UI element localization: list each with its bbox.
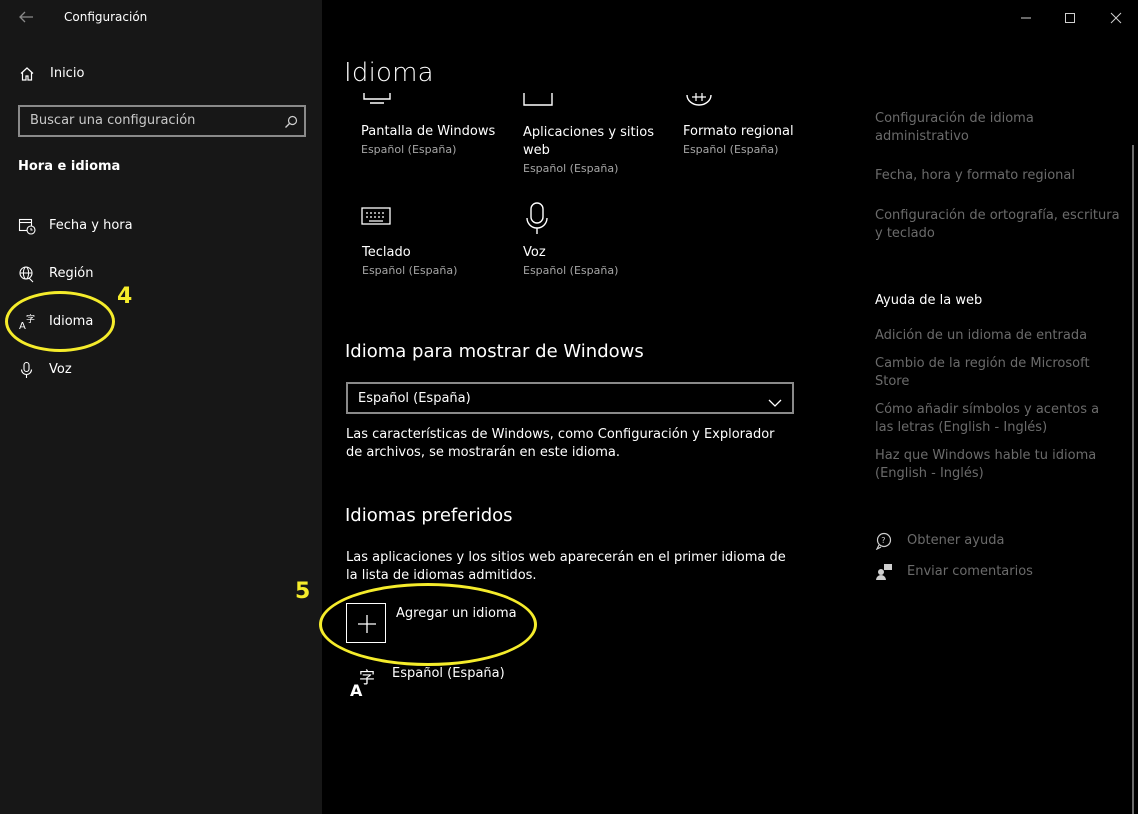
- svg-text:?: ?: [881, 536, 885, 545]
- feedback-person-icon: [875, 563, 893, 581]
- help-chat-icon: ?: [875, 532, 893, 551]
- tile-name: Aplicaciones y sitios web: [523, 125, 654, 158]
- sidebar-item-label: Voz: [49, 362, 72, 377]
- home-icon: [19, 66, 35, 82]
- annotation-number-step-5: 5: [295, 579, 311, 604]
- sidebar-item-home[interactable]: Inicio: [0, 58, 322, 90]
- link-add-input-language[interactable]: Adición de un idioma de entrada: [875, 327, 1120, 345]
- app-title: Configuración: [64, 10, 148, 24]
- display-language-heading: Idioma para mostrar de Windows: [345, 341, 644, 362]
- app-window-icon: [523, 92, 553, 111]
- annotation-number-step-4: 4: [117, 284, 133, 309]
- feedback-link[interactable]: Enviar comentarios: [875, 563, 1075, 583]
- search-placeholder: Buscar una configuración: [30, 113, 196, 128]
- preferred-languages-description: Las aplicaciones y los sitios web aparec…: [346, 550, 786, 583]
- link-add-symbols-accents[interactable]: Cómo añadir símbolos y acentos a las let…: [875, 401, 1120, 437]
- tile-sub: Español (España): [361, 143, 457, 156]
- sidebar-item-fecha-hora[interactable]: Fecha y hora: [0, 208, 322, 244]
- keyboard-icon: [361, 206, 391, 230]
- tile-sub: Español (España): [523, 264, 619, 277]
- tile-sub: Español (España): [523, 162, 619, 175]
- globe-settings-icon: [684, 92, 714, 111]
- search-input[interactable]: Buscar una configuración: [18, 105, 306, 137]
- page-title: Idioma: [344, 58, 434, 88]
- display-language-value: Español (España): [358, 391, 471, 406]
- minimize-icon[interactable]: [1016, 8, 1036, 28]
- tile-pantalla-windows[interactable]: Pantalla de Windows Español (España): [361, 123, 511, 156]
- display-language-select[interactable]: Español (España): [346, 382, 794, 414]
- feedback-label: Enviar comentarios: [907, 564, 1033, 579]
- close-icon[interactable]: [1106, 8, 1126, 28]
- calendar-clock-icon: [18, 217, 36, 235]
- display-language-description: Las características de Windows, como Con…: [346, 427, 775, 460]
- back-arrow-icon[interactable]: [17, 8, 35, 26]
- link-windows-speak-language[interactable]: Haz que Windows hable tu idioma (English…: [875, 447, 1120, 483]
- tile-voz[interactable]: Voz Español (España): [523, 244, 673, 277]
- get-help-label: Obtener ayuda: [907, 533, 1005, 548]
- globe-icon: [18, 265, 36, 283]
- microphone-tile-icon: [525, 201, 549, 239]
- link-admin-language[interactable]: Configuración de idioma administrativo: [875, 110, 1120, 146]
- search-icon[interactable]: [284, 114, 298, 128]
- get-help-link[interactable]: ? Obtener ayuda: [875, 532, 1075, 552]
- link-change-store-region[interactable]: Cambio de la región de Microsoft Store: [875, 355, 1120, 391]
- monitor-icon: [362, 92, 392, 111]
- link-date-time-region[interactable]: Fecha, hora y formato regional: [875, 167, 1120, 185]
- language-icon: A字: [349, 667, 381, 700]
- preferred-languages-heading: Idiomas preferidos: [345, 505, 513, 526]
- sidebar-item-label: Fecha y hora: [49, 218, 133, 233]
- tile-sub: Español (España): [362, 264, 458, 277]
- tile-aplicaciones-web[interactable]: Aplicaciones y sitios web Español (Españ…: [523, 124, 663, 175]
- tile-name: Pantalla de Windows: [361, 124, 496, 139]
- tile-formato-regional[interactable]: Formato regional Español (España): [683, 123, 833, 156]
- web-help-heading: Ayuda de la web: [875, 293, 983, 308]
- maximize-icon[interactable]: [1060, 8, 1080, 28]
- section-title: Hora e idioma: [18, 159, 121, 174]
- tile-teclado[interactable]: Teclado Español (España): [362, 244, 512, 277]
- preferred-language-item[interactable]: Español (España): [392, 666, 505, 681]
- svg-text:字: 字: [359, 668, 375, 687]
- tile-name: Teclado: [362, 245, 411, 260]
- annotation-ellipse-step-4: [5, 291, 115, 352]
- link-spelling-typing[interactable]: Configuración de ortografía, escritura y…: [875, 207, 1120, 243]
- home-label: Inicio: [50, 66, 85, 81]
- sidebar: Configuración Inicio Buscar una configur…: [0, 0, 322, 814]
- microphone-icon: [18, 361, 36, 379]
- tile-sub: Español (España): [683, 143, 779, 156]
- annotation-ellipse-step-5: [319, 583, 537, 666]
- sidebar-item-region[interactable]: Región: [0, 256, 322, 292]
- chevron-down-icon: [768, 393, 782, 407]
- scrollbar[interactable]: [1132, 145, 1134, 814]
- sidebar-item-label: Región: [49, 266, 94, 281]
- tile-name: Voz: [523, 245, 546, 260]
- tile-name: Formato regional: [683, 124, 794, 139]
- sidebar-item-voz[interactable]: Voz: [0, 352, 322, 388]
